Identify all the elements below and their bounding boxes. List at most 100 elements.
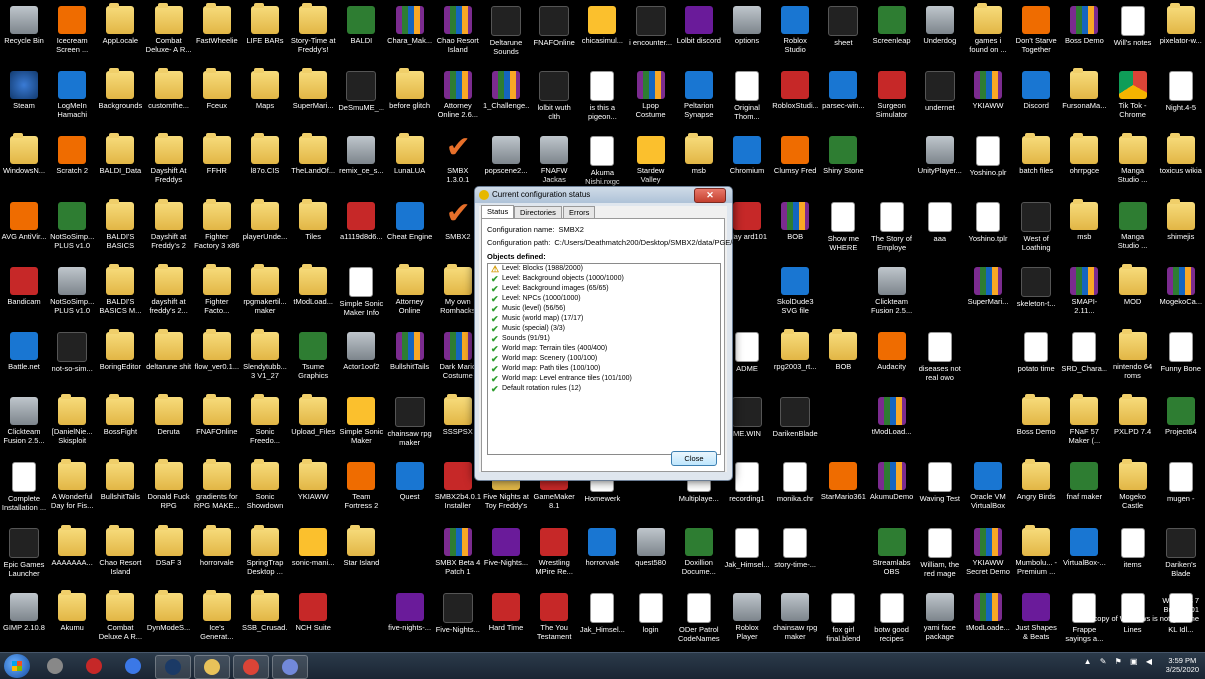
desktop-icon[interactable]: BOB xyxy=(772,198,818,264)
desktop-icon[interactable]: Show me WHERE DE... xyxy=(820,198,866,264)
desktop-icon[interactable]: rpgmakertil... maker xyxy=(242,263,288,329)
desktop-icon[interactable]: BALDI xyxy=(338,2,384,68)
desktop-icon[interactable]: Yoshino.tplr xyxy=(965,198,1011,264)
desktop-icon[interactable]: batch files xyxy=(1013,132,1059,198)
desktop-icon[interactable]: Surgeon Simulator xyxy=(869,67,915,133)
desktop-icon[interactable]: l87o.CIS xyxy=(242,132,288,198)
desktop-icon[interactable]: chainsaw rpg maker xyxy=(772,589,818,655)
desktop-icon[interactable]: Discord xyxy=(1013,67,1059,133)
desktop-icon[interactable]: Streamlabs OBS xyxy=(869,524,915,590)
desktop-icon[interactable]: horrorvale xyxy=(579,524,625,590)
desktop-icon[interactable]: Steam xyxy=(1,67,47,133)
desktop-icon[interactable]: Fighter Facto... xyxy=(194,263,240,329)
desktop-icon[interactable]: The You Testament xyxy=(531,589,577,655)
desktop-icon[interactable]: Deruta xyxy=(146,393,192,459)
desktop-icon[interactable]: playerUnde... xyxy=(242,198,288,264)
tab-errors[interactable]: Errors xyxy=(563,206,596,218)
desktop-icon[interactable]: options xyxy=(724,2,770,68)
desktop-icon[interactable]: skeleton-t... xyxy=(1013,263,1059,329)
desktop-icon[interactable]: remix_ce_s... xyxy=(338,132,384,198)
desktop-icon[interactable]: chicasimul... xyxy=(579,2,625,68)
desktop-icon[interactable]: fnaf maker xyxy=(1061,458,1107,524)
desktop-icon[interactable]: FNaF 57 Maker (... xyxy=(1061,393,1107,459)
desktop-icon[interactable]: Deltarune Sounds xyxy=(483,2,529,68)
desktop-icon[interactable]: William, the red mage xyxy=(917,524,963,590)
desktop-icon[interactable]: Actor1oof2 xyxy=(338,328,384,394)
desktop-icon[interactable]: NCH Suite xyxy=(290,589,336,655)
desktop-icon[interactable]: AVG AntiVir... xyxy=(1,198,47,264)
desktop-icon[interactable]: BullshitTails xyxy=(387,328,433,394)
desktop-icon[interactable]: Clickteam Fusion 2.5... xyxy=(869,263,915,329)
desktop-icon[interactable]: Bandicam xyxy=(1,263,47,329)
desktop-icon[interactable]: Tik Tok - Chrome xyxy=(1110,67,1156,133)
desktop-icon[interactable]: SRD_Chara... xyxy=(1061,328,1107,394)
desktop-icon[interactable]: Funny Bone xyxy=(1158,328,1204,394)
desktop-icon[interactable]: Angry Birds xyxy=(1013,458,1059,524)
close-button[interactable]: Close xyxy=(671,451,717,466)
object-row[interactable]: ✔ Sounds (91/91) xyxy=(488,334,720,344)
desktop-icon[interactable]: Manga Studio ... xyxy=(1110,198,1156,264)
desktop-icon[interactable]: a1119d8d6... xyxy=(338,198,384,264)
desktop-icon[interactable]: games i found on ... xyxy=(965,2,1011,68)
desktop-icon[interactable]: Roblox Studio xyxy=(772,2,818,68)
desktop-icon[interactable]: Team Fortress 2 xyxy=(338,458,384,524)
desktop-icon[interactable]: dayshift at freddy's 2... xyxy=(146,263,192,329)
desktop-icon[interactable]: rpg2003_rt... xyxy=(772,328,818,394)
desktop-icon[interactable]: YKIAWW xyxy=(965,67,1011,133)
desktop-icon[interactable]: Donald Fuck RPG xyxy=(146,458,192,524)
desktop-icon[interactable]: Yoshino.plr xyxy=(965,132,1011,198)
desktop-icon[interactable]: Combat Deluxe A R... xyxy=(97,589,143,655)
desktop-icon[interactable]: 1_Challenge... xyxy=(483,67,529,133)
desktop-icon[interactable]: Just Shapes & Beats xyxy=(1013,589,1059,655)
desktop-icon[interactable]: SpringTrap Desktop ... xyxy=(242,524,288,590)
desktop-icon[interactable]: Dayshift At Freddys xyxy=(146,132,192,198)
desktop-icon[interactable]: sonic-mani... xyxy=(290,524,336,590)
object-row[interactable]: ✔ Music (special) (3/3) xyxy=(488,324,720,334)
desktop-icon[interactable]: Fceux xyxy=(194,67,240,133)
desktop-icon[interactable]: Simple Sonic Maker xyxy=(338,393,384,459)
desktop-icon[interactable]: Simple Sonic Maker Info xyxy=(338,263,384,329)
desktop-icon[interactable]: Doxillion Docume... xyxy=(676,524,722,590)
desktop-icon[interactable]: BALDI'S BASICS M... xyxy=(97,263,143,329)
desktop-icon[interactable]: tModLoad... xyxy=(290,263,336,329)
desktop-icon[interactable]: Hard Time xyxy=(483,589,529,655)
taskbar-chrome-button[interactable] xyxy=(233,655,269,679)
desktop-icon[interactable]: aaa xyxy=(917,198,963,264)
object-row[interactable]: ✔ World map: Terrain tiles (400/400) xyxy=(488,344,720,354)
object-row[interactable]: ✔ World map: Level entrance tiles (101/10… xyxy=(488,374,720,384)
desktop-icon[interactable]: Project64 xyxy=(1158,393,1204,459)
desktop-icon[interactable]: five-nights-... xyxy=(387,589,433,655)
desktop-icon[interactable]: VirtualBox-... xyxy=(1061,524,1107,590)
object-row[interactable]: ✔ World map: Scenery (100/100) xyxy=(488,354,720,364)
desktop-icon[interactable]: Peltarion Synapse xyxy=(676,67,722,133)
desktop-icon[interactable]: login xyxy=(628,589,674,655)
desktop-icon[interactable]: FFHR xyxy=(194,132,240,198)
desktop-icon[interactable]: horrorvale xyxy=(194,524,240,590)
desktop-icon[interactable]: SMAPI-2.11... xyxy=(1061,263,1107,329)
desktop-icon[interactable]: UnityPlayer... xyxy=(917,132,963,198)
desktop-icon[interactable]: DynModeS... xyxy=(146,589,192,655)
desktop-icon[interactable]: Battle.net xyxy=(1,328,47,394)
desktop-icon[interactable]: SuperMari... xyxy=(290,67,336,133)
desktop-icon[interactable]: SMBX Beta 4 Patch 1 xyxy=(435,524,481,590)
desktop-icon[interactable]: LunaLUA xyxy=(387,132,433,198)
desktop-icon[interactable]: Oracle VM VirtualBox xyxy=(965,458,1011,524)
desktop-icon[interactable]: Clumsy Fred xyxy=(772,132,818,198)
desktop-icon[interactable]: items xyxy=(1110,524,1156,590)
desktop-icon[interactable]: Scratch 2 xyxy=(49,132,95,198)
desktop-icon[interactable]: Manga Studio ... xyxy=(1110,132,1156,198)
desktop-icon[interactable]: botw good recipes xyxy=(869,589,915,655)
desktop-icon[interactable]: deltarune shit xyxy=(146,328,192,394)
desktop-icon[interactable]: Mogeko Castle xyxy=(1110,458,1156,524)
desktop-icon[interactable]: Complete Installation ... xyxy=(1,458,47,524)
object-row[interactable]: ✔ Level: Background objects (1000/1000) xyxy=(488,274,720,284)
desktop-icon[interactable]: Cheat Engine xyxy=(387,198,433,264)
desktop-icon[interactable]: NotSoSimp... PLUS v1.0 xyxy=(49,263,95,329)
desktop-icon[interactable]: not-so-sim... xyxy=(49,328,95,394)
desktop-icon[interactable]: parsec-win... xyxy=(820,67,866,133)
desktop-icon[interactable]: is this a pigeon... xyxy=(579,67,625,133)
desktop-icon[interactable]: GIMP 2.10.8 xyxy=(1,589,47,655)
object-row[interactable]: ✔ Music (level) (56/56) xyxy=(488,304,720,314)
desktop-icon[interactable]: lolbit wuth clth xyxy=(531,67,577,133)
object-row[interactable]: ⚠ Level: Blocks (1988/2000) xyxy=(488,264,720,274)
